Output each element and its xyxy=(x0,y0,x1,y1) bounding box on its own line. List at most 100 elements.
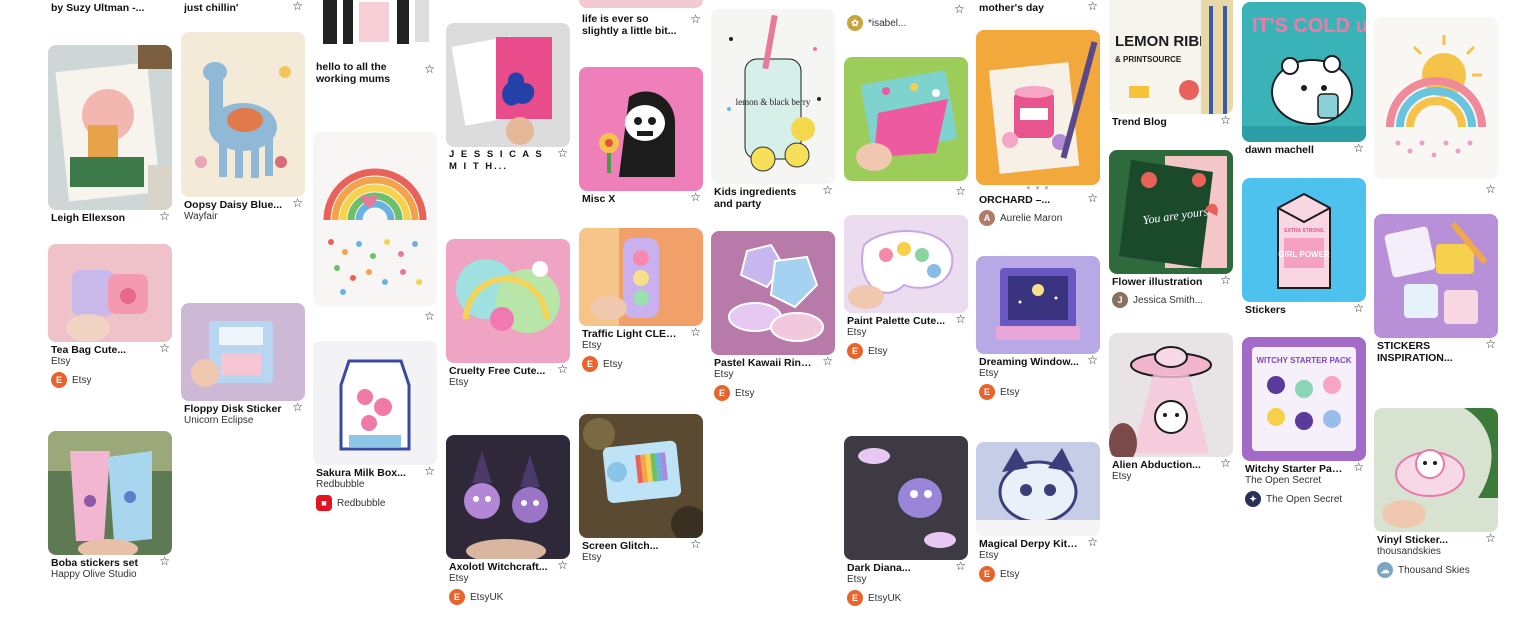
pin-image[interactable] xyxy=(181,303,305,401)
pin-title[interactable]: dawn machell xyxy=(1245,144,1363,156)
pin-card[interactable]: Magical Derpy Kitt... ☆ Etsy E Etsy xyxy=(976,442,1100,582)
pin-card[interactable]: Paint Palette Cute... ☆ Etsy E Etsy xyxy=(844,215,968,359)
pin-image[interactable] xyxy=(48,45,172,210)
save-star-icon[interactable]: ☆ xyxy=(159,210,170,222)
pin-source[interactable]: ■ Redbubble xyxy=(316,495,434,511)
pin-title[interactable]: Pastel Kawaii Ring... xyxy=(714,357,832,369)
pin-card[interactable]: hello to all the working mums wh... ☆ xyxy=(313,0,437,85)
pin-title[interactable]: Stickers xyxy=(1245,304,1363,316)
pin-card[interactable]: STICKERS INSPIRATION... ☆ xyxy=(1374,214,1498,364)
pin-title[interactable]: Traffic Light CLEA... xyxy=(582,328,700,340)
pin-image[interactable] xyxy=(844,57,968,181)
pin-card[interactable]: IT'S COLD up NORTH dawn machell☆ xyxy=(1242,2,1366,156)
pin-image[interactable] xyxy=(579,67,703,191)
save-star-icon[interactable]: ☆ xyxy=(1485,338,1496,350)
pin-title[interactable]: Floppy Disk Sticker xyxy=(184,403,302,415)
pin-card[interactable]: Dreaming Window... ☆ Etsy E Etsy xyxy=(976,256,1100,400)
save-star-icon[interactable]: ☆ xyxy=(1220,114,1231,126)
pin-source[interactable]: E Etsy xyxy=(51,372,169,388)
pin-source[interactable]: E EtsyUK xyxy=(449,589,567,605)
pin-card[interactable]: Traffic Light CLEA... ☆ Etsy E Etsy xyxy=(579,228,703,372)
pin-card[interactable]: Floppy Disk Sticker ☆ Unicorn Eclipse xyxy=(181,303,305,427)
pin-image[interactable] xyxy=(446,435,570,559)
pin-image[interactable] xyxy=(446,239,570,363)
pin-image[interactable] xyxy=(446,23,570,147)
pin-image[interactable] xyxy=(579,228,703,326)
pin-card[interactable]: Pastel Kawaii Ring... ☆ Etsy E Etsy xyxy=(711,231,835,401)
pin-title[interactable]: Magical Derpy Kitt... xyxy=(979,538,1097,550)
pin-card[interactable]: GIRL POWER EXTRA STRONG Stickers ☆ xyxy=(1242,178,1366,316)
pin-source[interactable]: J Jessica Smith... xyxy=(1112,292,1230,308)
pin-source[interactable]: E Etsy xyxy=(979,566,1097,582)
pin-image[interactable]: You are yours xyxy=(1109,150,1233,274)
pin-image[interactable] xyxy=(844,436,968,560)
save-star-icon[interactable]: ☆ xyxy=(690,538,701,550)
pin-image[interactable] xyxy=(313,341,437,465)
pin-image[interactable] xyxy=(1109,333,1233,457)
pin-title[interactable]: Dark Diana... xyxy=(847,562,965,574)
save-star-icon[interactable]: ☆ xyxy=(690,191,701,203)
pin-card[interactable]: by Suzy Ultman -... xyxy=(48,0,172,14)
pin-image[interactable] xyxy=(844,215,968,313)
pin-image[interactable] xyxy=(48,431,172,555)
pin-image[interactable]: IT'S COLD up NORTH xyxy=(1242,2,1366,142)
save-star-icon[interactable]: ☆ xyxy=(1353,461,1364,473)
save-star-icon[interactable]: ☆ xyxy=(159,555,170,567)
save-star-icon[interactable]: ☆ xyxy=(690,13,701,25)
save-star-icon[interactable]: ☆ xyxy=(955,185,966,197)
pin-card[interactable]: Screen Glitch... ☆ Etsy xyxy=(579,414,703,564)
pin-card[interactable]: Misc X ☆ xyxy=(579,67,703,205)
pin-card[interactable]: ✿ *isabel... ☆ xyxy=(844,3,968,31)
pin-title[interactable]: Sakura Milk Box... xyxy=(316,467,434,479)
pin-card[interactable]: Vinyl Sticker... ☆ thousandskies ☁ Thous… xyxy=(1374,408,1498,578)
save-star-icon[interactable]: ☆ xyxy=(424,465,435,477)
pin-image[interactable] xyxy=(579,414,703,538)
save-star-icon[interactable]: ☆ xyxy=(955,560,966,572)
pin-title[interactable]: Misc X xyxy=(582,193,700,205)
pin-title[interactable]: ORCHARD –... xyxy=(979,194,1097,206)
pin-title[interactable]: Cruelty Free Cute... xyxy=(449,365,567,377)
save-star-icon[interactable]: ☆ xyxy=(1485,532,1496,544)
save-star-icon[interactable]: ☆ xyxy=(1353,302,1364,314)
pin-title[interactable]: J E S S I C A S M I T H... xyxy=(449,149,567,173)
pin-card[interactable]: ● ● ● ORCHARD –... ☆ A Aurelie Maron xyxy=(976,30,1100,226)
pin-image[interactable] xyxy=(711,231,835,355)
pin-title[interactable]: Screen Glitch... xyxy=(582,540,700,552)
pin-title[interactable]: Alien Abduction... xyxy=(1112,459,1230,471)
save-star-icon[interactable]: ☆ xyxy=(1087,0,1098,12)
pin-card[interactable]: Oopsy Daisy Blue... ☆ Wayfair xyxy=(181,32,305,223)
pin-image[interactable]: WITCHY STARTER PACK xyxy=(1242,337,1366,461)
pin-card[interactable]: ☆ xyxy=(844,57,968,197)
pin-source[interactable]: E Etsy xyxy=(582,356,700,372)
save-star-icon[interactable]: ☆ xyxy=(557,147,568,159)
save-star-icon[interactable]: ☆ xyxy=(424,310,435,322)
save-star-icon[interactable]: ☆ xyxy=(1087,354,1098,366)
pin-card[interactable]: just chillin' ☆ xyxy=(181,0,305,14)
save-star-icon[interactable]: ☆ xyxy=(955,313,966,325)
pin-card[interactable]: life is ever so slightly a little bit...… xyxy=(579,0,703,37)
pin-title[interactable]: Trend Blog xyxy=(1112,116,1230,128)
pin-card[interactable]: lemon & black berry Kids ingredients and… xyxy=(711,9,835,210)
pin-card[interactable]: LEMON RIBBON & PRINTSOURCE Trend Blog ☆ xyxy=(1109,0,1233,128)
pin-card[interactable]: Boba stickers set ☆ Happy Olive Studio xyxy=(48,431,172,581)
pin-card[interactable]: Dark Diana... ☆ Etsy E EtsyUK xyxy=(844,436,968,606)
pin-image[interactable] xyxy=(1374,17,1498,179)
pin-image[interactable]: GIRL POWER EXTRA STRONG xyxy=(1242,178,1366,302)
pin-source[interactable]: ✦ The Open Secret xyxy=(1245,491,1363,507)
pin-source[interactable]: E EtsyUK xyxy=(847,590,965,606)
pin-card[interactable]: Axolotl Witchcraft... ☆ Etsy E EtsyUK xyxy=(446,435,570,605)
pin-image[interactable] xyxy=(48,244,172,342)
save-star-icon[interactable]: ☆ xyxy=(1087,536,1098,548)
pin-card[interactable]: mother's day ☆ xyxy=(976,0,1100,14)
save-star-icon[interactable]: ☆ xyxy=(159,342,170,354)
pin-image[interactable] xyxy=(1374,214,1498,338)
pin-title[interactable]: Witchy Starter Pac... xyxy=(1245,463,1363,475)
save-star-icon[interactable]: ☆ xyxy=(822,355,833,367)
pin-source[interactable]: ✿ *isabel... xyxy=(847,15,965,31)
pin-image[interactable] xyxy=(1374,408,1498,532)
save-star-icon[interactable]: ☆ xyxy=(1220,274,1231,286)
save-star-icon[interactable]: ☆ xyxy=(1087,192,1098,204)
pin-title[interactable]: Paint Palette Cute... xyxy=(847,315,965,327)
pin-title[interactable]: hello to all the working mums wh... xyxy=(316,61,434,85)
pin-title[interactable]: Kids ingredients and party xyxy=(714,186,832,210)
